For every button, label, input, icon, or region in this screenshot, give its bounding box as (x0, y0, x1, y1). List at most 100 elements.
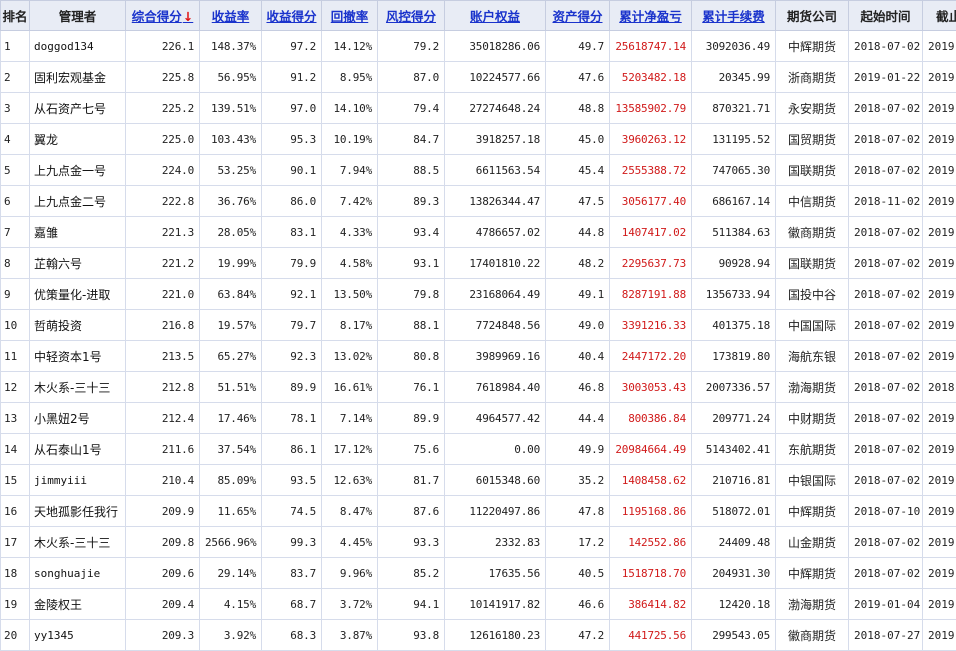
end-time-cell: 2019-04-26 (923, 496, 956, 527)
manager-link[interactable]: 哲萌投资 (30, 310, 126, 341)
manager-link[interactable]: 金陵权王 (30, 589, 126, 620)
header-row: 排名 管理者 综合得分↓ 收益率 收益得分 回撤率 风控得分 账户权益 资产得分… (1, 1, 956, 31)
end-time-cell: 2019-04-26 (923, 403, 956, 434)
equity-cell: 0.00 (445, 434, 546, 465)
manager-link[interactable]: 中轻资本1号 (30, 341, 126, 372)
commission-cell: 5143402.41 (692, 434, 776, 465)
sort-risk-score[interactable]: 风控得分 (378, 1, 445, 31)
commission-cell: 3092036.49 (692, 31, 776, 62)
manager-link[interactable]: songhuajie (30, 558, 126, 589)
return-rate-cell: 4.15% (200, 589, 262, 620)
sort-composite-score[interactable]: 综合得分↓ (126, 1, 200, 31)
return-score-cell: 99.3 (262, 527, 322, 558)
rank-cell: 2 (1, 62, 30, 93)
manager-link[interactable]: 小黑妞2号 (30, 403, 126, 434)
sort-net-profit[interactable]: 累计净盈亏 (610, 1, 692, 31)
asset-score-cell: 49.9 (546, 434, 610, 465)
risk-score-cell: 81.7 (378, 465, 445, 496)
drawdown-cell: 13.50% (322, 279, 378, 310)
manager-link[interactable]: doggod134 (30, 31, 126, 62)
risk-score-cell: 87.0 (378, 62, 445, 93)
asset-score-cell: 47.6 (546, 62, 610, 93)
risk-score-cell: 79.4 (378, 93, 445, 124)
sort-return-rate[interactable]: 收益率 (200, 1, 262, 31)
commission-cell: 686167.14 (692, 186, 776, 217)
sort-commission[interactable]: 累计手续费 (692, 1, 776, 31)
manager-link[interactable]: yy1345 (30, 620, 126, 651)
manager-link[interactable]: 芷翰六号 (30, 248, 126, 279)
risk-score-cell: 76.1 (378, 372, 445, 403)
sort-desc-arrow-icon: ↓ (183, 9, 193, 24)
commission-cell: 1356733.94 (692, 279, 776, 310)
start-time-cell: 2018-07-02 (849, 341, 923, 372)
net-profit-cell: 1518718.70 (610, 558, 692, 589)
commission-cell: 20345.99 (692, 62, 776, 93)
start-time-cell: 2018-07-02 (849, 279, 923, 310)
broker-cell: 山金期货 (776, 527, 849, 558)
drawdown-cell: 10.19% (322, 124, 378, 155)
manager-link[interactable]: 木火系-三十三 (30, 372, 126, 403)
start-time-cell: 2018-07-02 (849, 558, 923, 589)
drawdown-cell: 4.58% (322, 248, 378, 279)
start-time-cell: 2018-07-02 (849, 310, 923, 341)
manager-link[interactable]: jimmyiii (30, 465, 126, 496)
commission-cell: 747065.30 (692, 155, 776, 186)
composite-score-cell: 221.2 (126, 248, 200, 279)
return-score-cell: 89.9 (262, 372, 322, 403)
return-rate-cell: 139.51% (200, 93, 262, 124)
drawdown-cell: 12.63% (322, 465, 378, 496)
manager-link[interactable]: 上九点金二号 (30, 186, 126, 217)
rank-cell: 10 (1, 310, 30, 341)
manager-link[interactable]: 从石泰山1号 (30, 434, 126, 465)
broker-cell: 永安期货 (776, 93, 849, 124)
start-time-cell: 2018-07-02 (849, 403, 923, 434)
asset-score-cell: 47.8 (546, 496, 610, 527)
risk-score-cell: 88.1 (378, 310, 445, 341)
manager-link[interactable]: 优策量化-进取 (30, 279, 126, 310)
manager-link[interactable]: 固利宏观基金 (30, 62, 126, 93)
return-rate-cell: 85.09% (200, 465, 262, 496)
return-rate-cell: 63.84% (200, 279, 262, 310)
composite-score-cell: 225.8 (126, 62, 200, 93)
start-time-cell: 2018-07-02 (849, 93, 923, 124)
manager-link[interactable]: 从石资产七号 (30, 93, 126, 124)
table-row: 16天地孤影任我行209.911.65%74.58.47%87.61122049… (1, 496, 956, 527)
broker-cell: 中国国际 (776, 310, 849, 341)
sort-drawdown[interactable]: 回撤率 (322, 1, 378, 31)
composite-score-cell: 225.0 (126, 124, 200, 155)
composite-score-cell: 211.6 (126, 434, 200, 465)
asset-score-cell: 44.8 (546, 217, 610, 248)
end-time-cell: 2019-04-26 (923, 217, 956, 248)
manager-link[interactable]: 翼龙 (30, 124, 126, 155)
manager-link[interactable]: 天地孤影任我行 (30, 496, 126, 527)
return-score-cell: 86.0 (262, 186, 322, 217)
sort-equity[interactable]: 账户权益 (445, 1, 546, 31)
manager-link[interactable]: 嘉雏 (30, 217, 126, 248)
start-time-cell: 2018-07-02 (849, 155, 923, 186)
end-time-cell: 2019-04-15 (923, 279, 956, 310)
header-broker: 期货公司 (776, 1, 849, 31)
equity-cell: 3918257.18 (445, 124, 546, 155)
net-profit-cell: 441725.56 (610, 620, 692, 651)
table-row: 14从石泰山1号211.637.54%86.117.12%75.60.0049.… (1, 434, 956, 465)
sort-return-score[interactable]: 收益得分 (262, 1, 322, 31)
end-time-cell: 2019-04-26 (923, 434, 956, 465)
commission-cell: 401375.18 (692, 310, 776, 341)
return-score-cell: 74.5 (262, 496, 322, 527)
end-time-cell: 2018-11-26 (923, 372, 956, 403)
sort-asset-score[interactable]: 资产得分 (546, 1, 610, 31)
rank-cell: 11 (1, 341, 30, 372)
drawdown-cell: 4.33% (322, 217, 378, 248)
broker-cell: 国联期货 (776, 248, 849, 279)
return-rate-cell: 37.54% (200, 434, 262, 465)
equity-cell: 10224577.66 (445, 62, 546, 93)
end-time-cell: 2019-04-26 (923, 124, 956, 155)
manager-link[interactable]: 木火系-三十三 (30, 527, 126, 558)
start-time-cell: 2019-01-04 (849, 589, 923, 620)
equity-cell: 35018286.06 (445, 31, 546, 62)
risk-score-cell: 89.9 (378, 403, 445, 434)
start-time-cell: 2018-07-02 (849, 465, 923, 496)
return-score-cell: 86.1 (262, 434, 322, 465)
manager-link[interactable]: 上九点金一号 (30, 155, 126, 186)
commission-cell: 209771.24 (692, 403, 776, 434)
